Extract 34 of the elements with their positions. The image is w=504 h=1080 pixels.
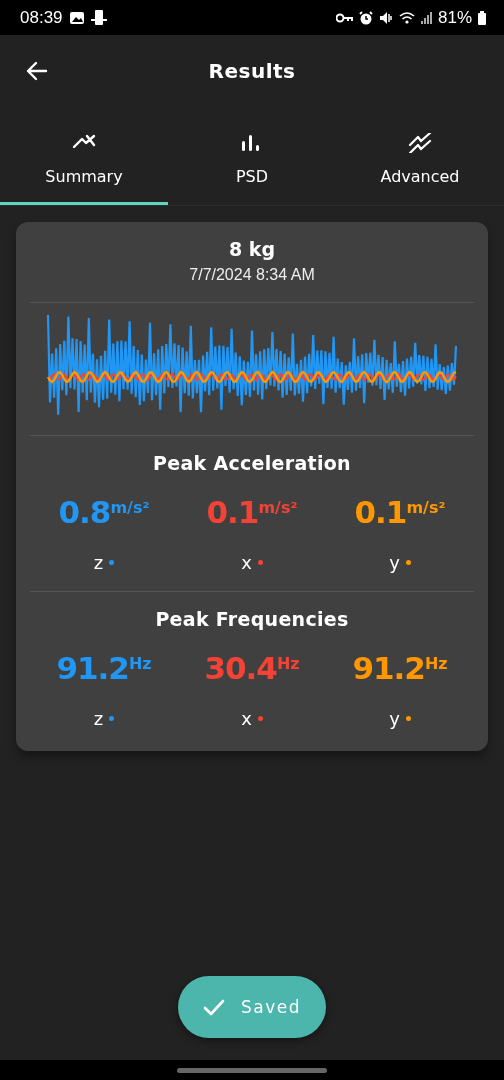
axis-label: y	[389, 708, 400, 729]
result-date: 7/7/2024 8:34 AM	[189, 266, 315, 284]
mute-icon	[378, 10, 393, 25]
metric-value: 91.2$^{Hz}$	[55, 650, 153, 686]
battery-percentage: 81%	[437, 7, 472, 28]
section-title: Peak Frequencies	[155, 608, 349, 630]
zigzag-icon	[408, 133, 432, 153]
check-icon	[203, 997, 225, 1017]
battery-icon	[478, 10, 486, 25]
metric-value: 0.1$^{m/s²}$	[353, 494, 447, 530]
section-title: Peak Acceleration	[153, 452, 351, 474]
image-icon	[68, 10, 85, 25]
metric-value: 30.4$^{Hz}$	[203, 650, 301, 686]
metric-value: 0.8$^{m/s²}$	[57, 494, 151, 530]
axis-label: y	[389, 552, 400, 573]
back-arrow-icon	[26, 60, 48, 82]
tab[interactable]: PSD	[168, 107, 336, 205]
axis-label: z	[93, 708, 104, 729]
axis-label: x	[241, 552, 252, 573]
tab[interactable]: Advanced	[336, 107, 504, 205]
result-title: 8 kg	[228, 238, 276, 260]
axis-label: z	[93, 552, 104, 573]
screen-title: Results	[208, 59, 296, 83]
wifi-icon	[398, 10, 415, 25]
signal-icon	[420, 11, 432, 24]
alarm-icon	[358, 10, 373, 25]
tab[interactable]: Summary	[0, 107, 168, 205]
axis-label: x	[241, 708, 252, 729]
key-icon	[335, 11, 353, 24]
metric-value: 0.1$^{m/s²}$	[205, 494, 299, 530]
metric-value: 91.2$^{Hz}$	[351, 650, 449, 686]
home-handle[interactable]	[177, 1067, 327, 1073]
phone-icon	[90, 9, 107, 26]
status-time: 08:39	[20, 7, 63, 28]
